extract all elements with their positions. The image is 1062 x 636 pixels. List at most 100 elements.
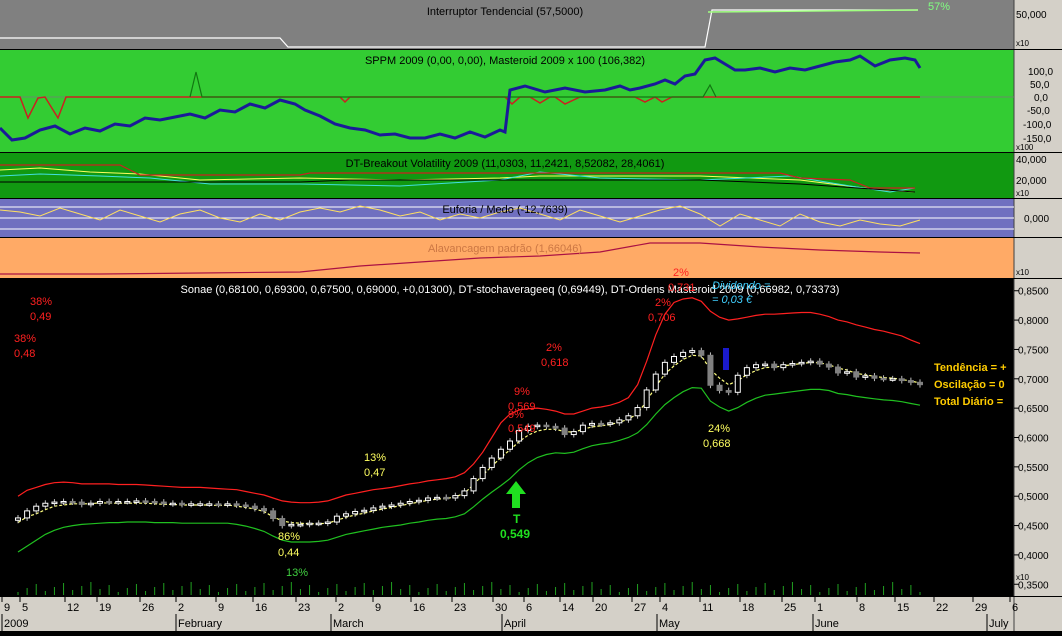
x-day-label: 2 — [178, 602, 184, 614]
candle-body — [270, 510, 277, 520]
candle-body — [106, 500, 113, 504]
x-day-label: 22 — [936, 602, 948, 614]
candle-body — [497, 448, 504, 459]
candle-body — [661, 361, 668, 375]
dividend-marker — [723, 348, 729, 370]
candle-body — [251, 505, 258, 510]
x-day-label: 27 — [634, 602, 646, 614]
annotation-red-4: 9% — [514, 386, 530, 398]
daily-total-label: Total Diário = — [934, 396, 1003, 408]
y-tick-label: 0,7000 — [1018, 375, 1049, 386]
euforia-title: Euforia / Medo (-12,7639) — [442, 204, 567, 216]
switch-scale: x10 — [1016, 39, 1029, 48]
candle-body — [434, 496, 441, 500]
x-day-label: 23 — [298, 602, 310, 614]
annotation-yellow-2: 86% — [278, 531, 300, 543]
breakout-tick-0: 40,000 — [1016, 155, 1047, 166]
x-day-label: 30 — [495, 602, 507, 614]
candle-body — [443, 496, 450, 500]
candle-body — [151, 500, 158, 504]
candle-body — [880, 377, 887, 381]
x-day-label: 16 — [255, 602, 267, 614]
candle-body — [552, 425, 559, 429]
annotation-red-13: 0,731 — [668, 282, 696, 294]
trend-label: Tendência = + — [934, 362, 1007, 374]
candle-body — [570, 431, 577, 436]
leverage-scale: x10 — [1016, 268, 1029, 277]
x-month-label: June — [815, 618, 839, 630]
breakout-tick-1: 20,000 — [1016, 176, 1047, 187]
candle-body — [242, 504, 249, 508]
candle-body — [142, 500, 149, 503]
annotation-yellow-5: 0,668 — [703, 438, 731, 450]
candle-body — [352, 510, 359, 515]
candle-body — [343, 513, 349, 517]
candle-body — [406, 500, 413, 504]
candle-body — [871, 375, 878, 379]
candle-body — [643, 389, 650, 409]
annotation-red-11: 0,706 — [648, 312, 676, 324]
candle-body — [78, 501, 85, 505]
x-month-label: February — [178, 618, 223, 630]
candle-body — [607, 422, 614, 425]
annotation-red-1: 0,49 — [30, 311, 51, 323]
candle-body — [907, 380, 914, 383]
x-day-label: 26 — [142, 602, 154, 614]
candle-body — [561, 427, 568, 436]
sppm-tick-1: 50,0 — [1030, 80, 1050, 91]
candle-body — [169, 502, 176, 506]
candle-body — [33, 505, 40, 512]
candle-body — [789, 363, 796, 366]
candle-body — [479, 466, 486, 480]
candle-body — [579, 424, 586, 433]
chart-window: Interruptor Tendencial (57,5000) 57% 50,… — [0, 0, 1062, 631]
candle-body — [652, 373, 659, 391]
y-tick-label: 0,8000 — [1018, 316, 1049, 327]
dividend-value: = 0,03 € — [712, 294, 753, 306]
candle-body — [844, 371, 851, 374]
x-day-label: 29 — [975, 602, 987, 614]
candle-body — [370, 507, 377, 511]
x-month-label: May — [659, 618, 680, 630]
candle-body — [807, 360, 814, 364]
annotation-red-9: 0,618 — [541, 357, 569, 369]
candle-body — [917, 381, 923, 386]
x-day-label: 25 — [784, 602, 796, 614]
candle-body — [224, 503, 231, 506]
y-tick-label: 0,7500 — [1018, 345, 1049, 356]
x-day-label: 23 — [454, 602, 466, 614]
annotation-red-0: 38% — [30, 296, 52, 308]
sppm-tick-0: 100,0 — [1028, 67, 1053, 78]
dividend-label: Dividendo = — [712, 280, 771, 292]
candle-body — [616, 419, 623, 424]
candle-body — [725, 390, 732, 393]
candle-body — [379, 505, 386, 509]
candle-body — [397, 502, 404, 506]
x-day-label: 5 — [22, 602, 28, 614]
candle-body — [315, 522, 322, 526]
x-month-label: April — [504, 618, 526, 630]
y-tick-label: 0,5000 — [1018, 492, 1049, 503]
annotation-red-8: 2% — [546, 342, 562, 354]
annotation-red-6: 9% — [508, 409, 524, 421]
candle-body — [261, 508, 267, 512]
x-day-label: 20 — [595, 602, 607, 614]
candle-body — [898, 378, 905, 382]
x-day-label: 16 — [413, 602, 425, 614]
switch-title: Interruptor Tendencial (57,5000) — [427, 6, 583, 18]
x-day-label: 9 — [4, 602, 10, 614]
candle-body — [160, 501, 167, 505]
annotation-red-7: 0,549 — [508, 423, 536, 435]
candle-body — [87, 502, 94, 506]
sppm-scale: x100 — [1016, 143, 1034, 152]
x-month-label: March — [333, 618, 364, 630]
candle-body — [288, 523, 295, 527]
y-tick-label: 0,6500 — [1018, 404, 1049, 415]
x-day-label: 4 — [662, 602, 668, 614]
candle-body — [698, 350, 705, 356]
x-month-label: 2009 — [4, 618, 28, 630]
annotation-red-10: 2% — [655, 297, 671, 309]
candle-body — [124, 500, 131, 504]
sppm-tick-4: -100,0 — [1023, 120, 1052, 131]
candle-body — [470, 478, 477, 492]
